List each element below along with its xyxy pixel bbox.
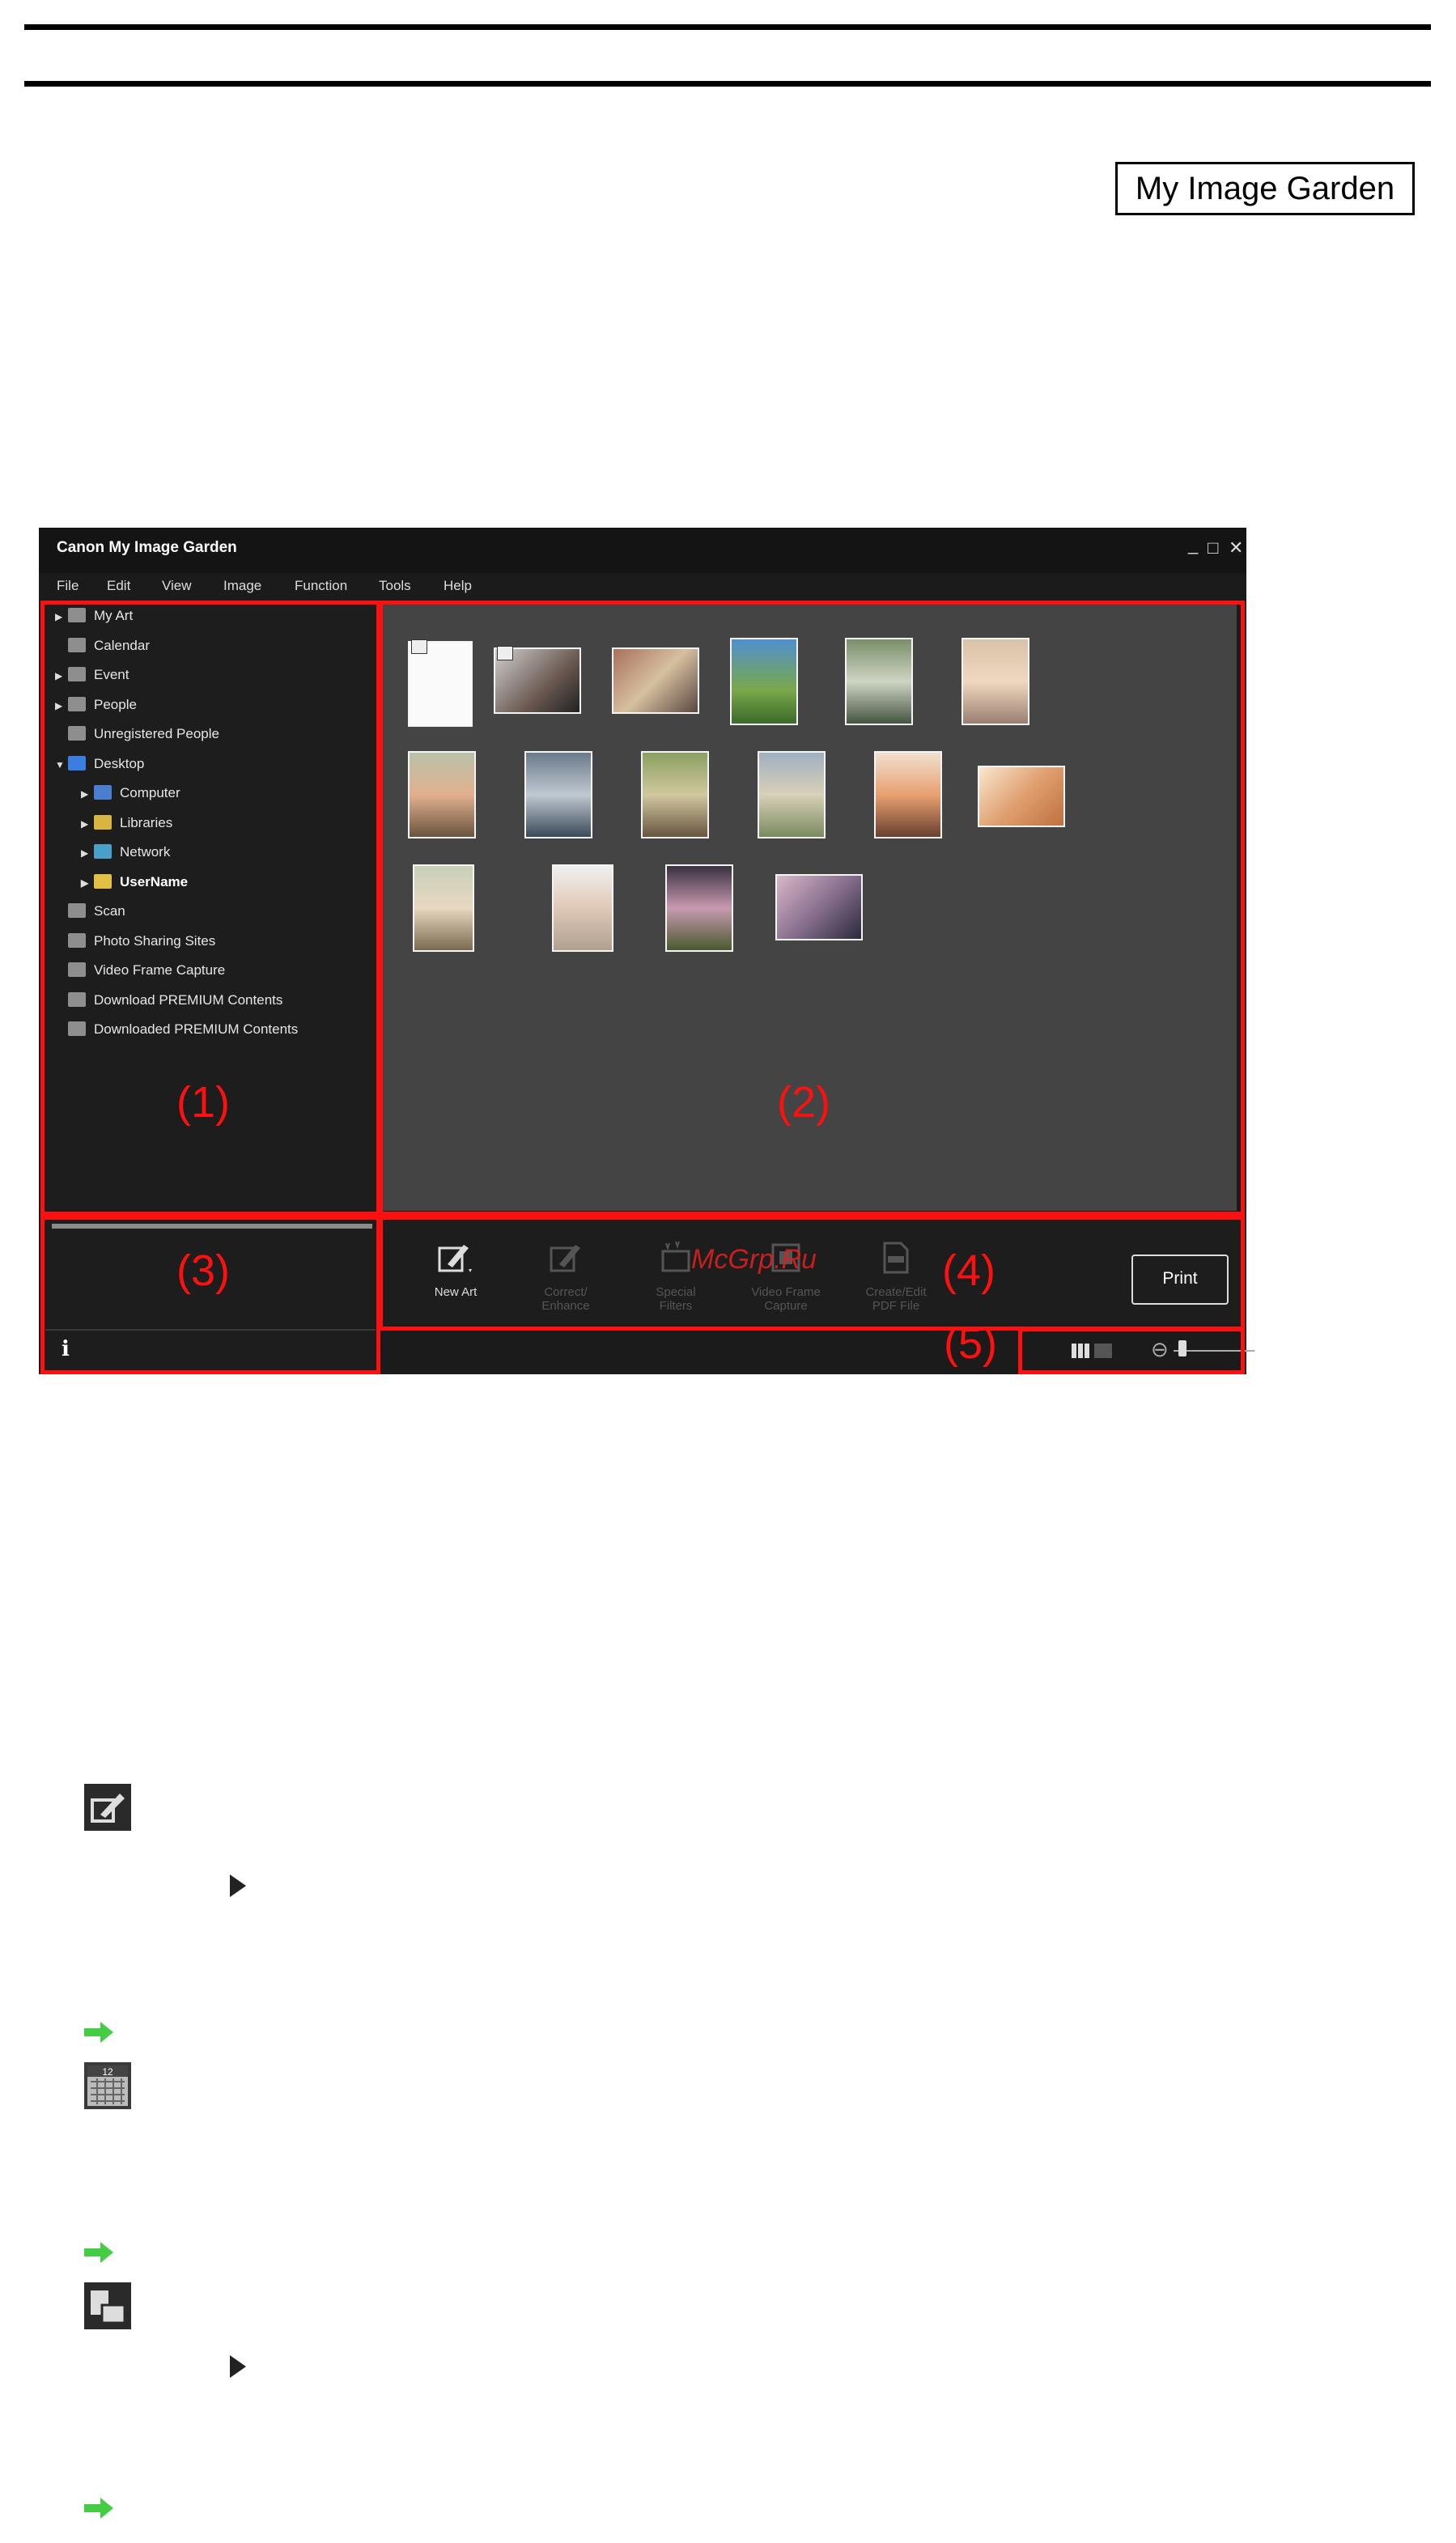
calendar-icon: 12 (84, 2062, 131, 2109)
menu-bar: File Edit View Image Function Tools Help (39, 573, 1246, 597)
link-arrow-icon[interactable] (84, 2022, 113, 2043)
region-label-3: (3) (176, 1246, 230, 1295)
maximize-button[interactable]: □ (1208, 539, 1218, 557)
region-label-2: (2) (777, 1078, 830, 1127)
menu-view[interactable]: View (162, 578, 192, 594)
menu-edit[interactable]: Edit (107, 578, 130, 594)
menu-tools[interactable]: Tools (379, 578, 411, 594)
region-highlight-5 (1018, 1327, 1245, 1374)
expand-arrow-icon (230, 1874, 246, 1897)
link-arrow-icon[interactable] (84, 2242, 113, 2263)
event-icon (84, 2282, 131, 2329)
menu-function[interactable]: Function (295, 578, 347, 594)
region-label-1: (1) (176, 1078, 230, 1127)
menu-file[interactable]: File (57, 578, 79, 594)
region-highlight-4 (379, 1216, 1245, 1331)
region-highlight-3 (40, 1216, 380, 1374)
expand-arrow-icon (230, 2355, 246, 2378)
top-rule (24, 24, 1431, 30)
region-label-4: (4) (942, 1246, 995, 1295)
zoom-in-icon[interactable]: ⊕ (1253, 1337, 1271, 1362)
app-window: Canon My Image Garden _ □ ✕ File Edit Vi… (39, 528, 1271, 1374)
window-title: Canon My Image Garden (57, 539, 237, 556)
close-button[interactable]: ✕ (1229, 539, 1243, 557)
my-art-icon (84, 1784, 131, 1831)
title-bar: Canon My Image Garden _ □ ✕ (39, 528, 1246, 573)
region-label-5: (5) (944, 1319, 997, 1368)
svg-text:12: 12 (102, 2066, 113, 2078)
menu-help[interactable]: Help (444, 578, 472, 594)
product-label: My Image Garden (1115, 162, 1415, 215)
minimize-button[interactable]: _ (1188, 536, 1198, 554)
link-arrow-icon[interactable] (84, 2498, 113, 2519)
menu-image[interactable]: Image (223, 578, 261, 594)
second-rule (24, 81, 1431, 87)
